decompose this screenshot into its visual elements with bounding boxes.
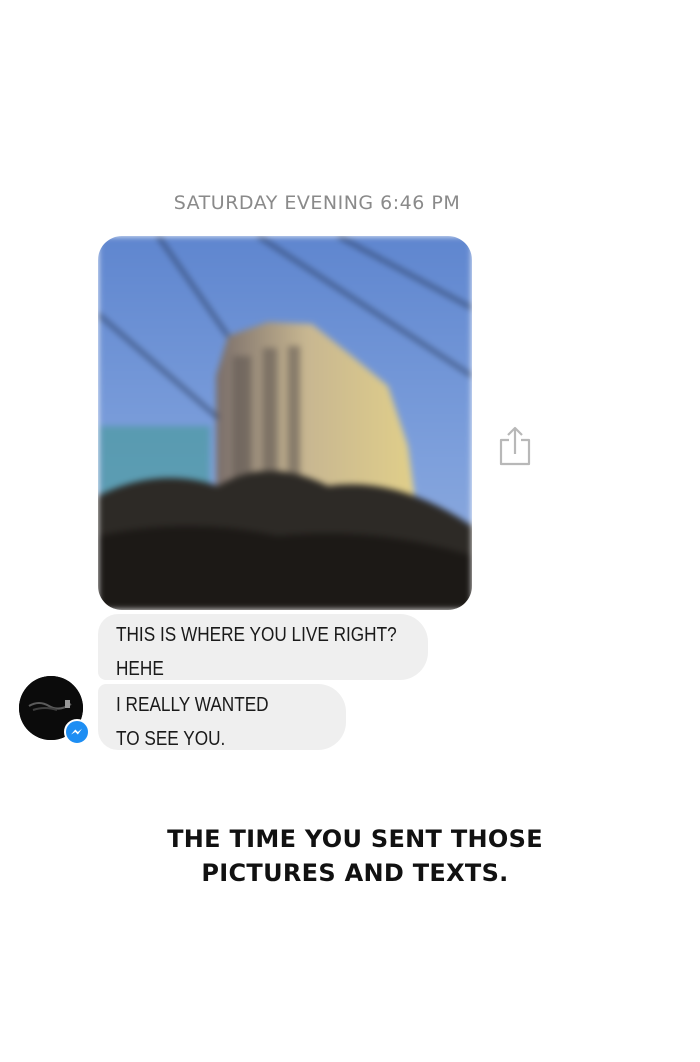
message-bubble[interactable]: I REALLY WANTED TO SEE YOU. — [98, 684, 346, 750]
caption: THE TIME YOU SENT THOSE PICTURES AND TEX… — [0, 822, 700, 890]
message-text: TO SEE YOU. — [116, 728, 226, 750]
caption-line: PICTURES AND TEXTS. — [201, 859, 509, 887]
caption-line: THE TIME YOU SENT THOSE — [167, 825, 543, 853]
messenger-icon — [64, 719, 90, 745]
message-text: HEHE — [116, 658, 164, 680]
share-icon[interactable] — [497, 424, 533, 468]
message-text: I REALLY WANTED — [116, 694, 269, 716]
building-photo-image — [98, 236, 472, 610]
timestamp: SATURDAY EVENING 6:46 PM — [173, 192, 461, 214]
message-bubble[interactable]: THIS IS WHERE YOU LIVE RIGHT? HEHE — [98, 614, 428, 680]
shared-photo[interactable] — [98, 236, 472, 610]
message-text: THIS IS WHERE YOU LIVE RIGHT? — [116, 624, 397, 646]
